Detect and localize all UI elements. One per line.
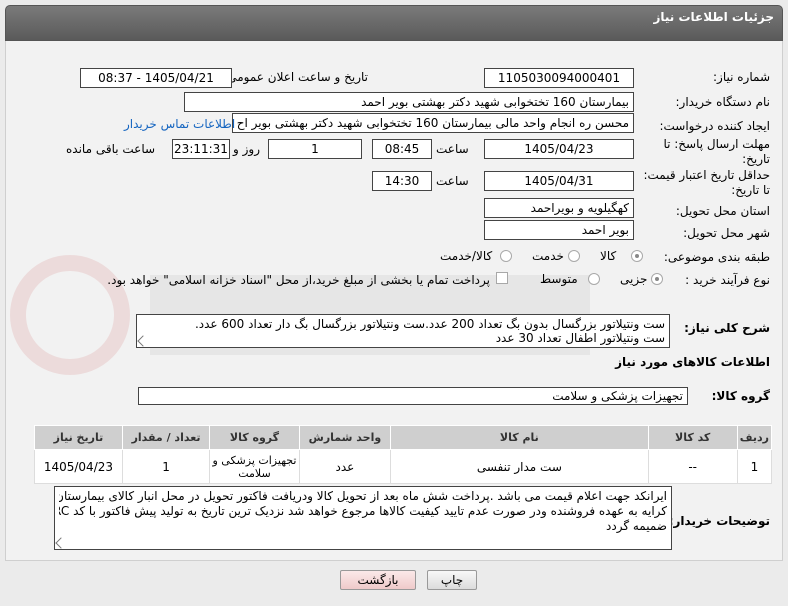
cell-row-num: 1 xyxy=(736,449,773,484)
resize-handle-icon[interactable] xyxy=(55,537,67,549)
buyer-org-field: بیمارستان 160 تختخوابی شهید دکتر بهشتی ب… xyxy=(184,92,634,112)
process-medium-label: متوسط xyxy=(540,272,578,286)
reply-deadline-time-label: ساعت xyxy=(436,142,469,156)
buyer-notes-label: توضیحات خریدار: xyxy=(668,514,770,528)
buyer-notes-line-1: ایرانکد جهت اعلام قیمت می باشد .پرداخت ش… xyxy=(59,489,667,503)
category-goods-service-label: کالا/خدمت xyxy=(440,249,493,263)
table-header-row: ردیف کد کالا نام کالا واحد شمارش گروه کا… xyxy=(34,425,773,450)
process-type-label: نوع فرآیند خرید : xyxy=(685,273,770,287)
description-textarea[interactable]: ست ونتیلاتور بزرگسال بدون بگ تعداد 200 ع… xyxy=(136,314,670,348)
col-header-item-name: نام کالا xyxy=(390,425,649,450)
process-minor-radio[interactable] xyxy=(651,273,663,285)
col-header-unit: واحد شمارش xyxy=(298,425,392,450)
province-field: کهگیلویه و بویراحمد xyxy=(484,198,634,218)
description-line-2: ست ونتیلاتور اطفال تعداد 30 عدد xyxy=(495,331,665,345)
process-medium-radio[interactable] xyxy=(588,273,600,285)
city-field: بویر احمد xyxy=(484,220,634,240)
buyer-notes-line-2: کرایه به عهده فروشنده ودر صورت عدم تایید… xyxy=(59,504,667,518)
need-number-field: 1105030094000401 xyxy=(484,68,634,88)
buyer-org-label: نام دستگاه خریدار: xyxy=(675,95,771,109)
goods-group-field: تجهیزات پزشکی و سلامت xyxy=(138,387,688,405)
col-header-item-code: کد کالا xyxy=(647,425,738,450)
goods-section-title: اطلاعات کالاهای مورد نیاز xyxy=(615,355,770,369)
price-validity-time: 14:30 xyxy=(372,171,432,191)
treasury-payment-note: پرداخت تمام یا بخشی از مبلغ خرید،از محل … xyxy=(107,273,490,287)
col-header-need-date: تاریخ نیاز xyxy=(34,425,123,450)
category-goods-radio[interactable] xyxy=(631,250,643,262)
col-header-row-num: ردیف xyxy=(736,425,773,450)
announce-datetime-field: 1405/04/21 - 08:37 xyxy=(80,68,232,88)
print-button[interactable]: چاپ xyxy=(427,570,477,590)
requester-field: محسن ره انجام واحد مالی بیمارستان 160 تخ… xyxy=(232,113,634,133)
col-header-quantity: تعداد / مقدار xyxy=(121,425,211,450)
need-number-label: شماره نیاز: xyxy=(713,70,770,84)
reply-days-field: 1 xyxy=(268,139,362,159)
cell-item-name: ست مدار تنفسی xyxy=(390,449,649,484)
process-minor-label: جزیی xyxy=(620,272,648,286)
buyer-notes-line-3: ضمیمه گردد xyxy=(606,519,667,533)
announce-datetime-label: تاریخ و ساعت اعلان عمومی: xyxy=(223,70,368,84)
category-goods-service-radio[interactable] xyxy=(500,250,512,262)
reply-deadline-date: 1405/04/23 xyxy=(484,139,634,159)
province-label: استان محل تحویل: xyxy=(675,204,770,218)
reply-deadline-time: 08:45 xyxy=(372,139,432,159)
category-goods-label: کالا xyxy=(600,249,617,263)
description-line-1: ست ونتیلاتور بزرگسال بدون بگ تعداد 200 ع… xyxy=(194,317,665,331)
requester-label: ایجاد کننده درخواست: xyxy=(659,119,770,133)
treasury-payment-checkbox[interactable] xyxy=(496,272,508,284)
buyer-notes-textarea[interactable]: ایرانکد جهت اعلام قیمت می باشد .پرداخت ش… xyxy=(54,486,672,550)
description-label: شرح کلی نیاز: xyxy=(684,321,770,335)
page-title: جزئیات اطلاعات نیاز xyxy=(653,10,774,24)
price-validity-label: حداقل تاریخ اعتبار قیمت: تا تاریخ: xyxy=(643,168,770,197)
category-service-radio[interactable] xyxy=(568,250,580,262)
back-button[interactable]: بازگشت xyxy=(340,570,416,590)
goods-group-label: گروه کالا: xyxy=(711,389,770,403)
reply-days-label: روز و xyxy=(233,142,260,156)
col-header-group: گروه کالا xyxy=(209,425,300,450)
goods-table: ردیف کد کالا نام کالا واحد شمارش گروه کا… xyxy=(34,425,773,484)
price-validity-date: 1405/04/31 xyxy=(484,171,634,191)
category-label: طبقه بندی موضوعی: xyxy=(663,250,770,264)
remaining-time-field: 23:11:31 xyxy=(172,139,230,159)
cell-group: تجهیزات پزشکی و سلامت xyxy=(209,449,300,484)
cell-unit: عدد xyxy=(298,449,392,484)
table-row: 1 -- ست مدار تنفسی عدد تجهیزات پزشکی و س… xyxy=(34,449,773,484)
buyer-contact-link[interactable]: اطلاعات تماس خریدار xyxy=(124,117,235,131)
city-label: شهر محل تحویل: xyxy=(683,226,770,240)
cell-need-date: 1405/04/23 xyxy=(34,449,123,484)
cell-item-code: -- xyxy=(647,449,738,484)
remaining-time-label: ساعت باقی مانده xyxy=(66,142,156,156)
reply-deadline-label: مهلت ارسال پاسخ: تا تاریخ: xyxy=(663,137,770,166)
cell-quantity: 1 xyxy=(121,449,211,484)
category-service-label: خدمت xyxy=(532,249,564,263)
price-validity-time-label: ساعت xyxy=(436,174,469,188)
